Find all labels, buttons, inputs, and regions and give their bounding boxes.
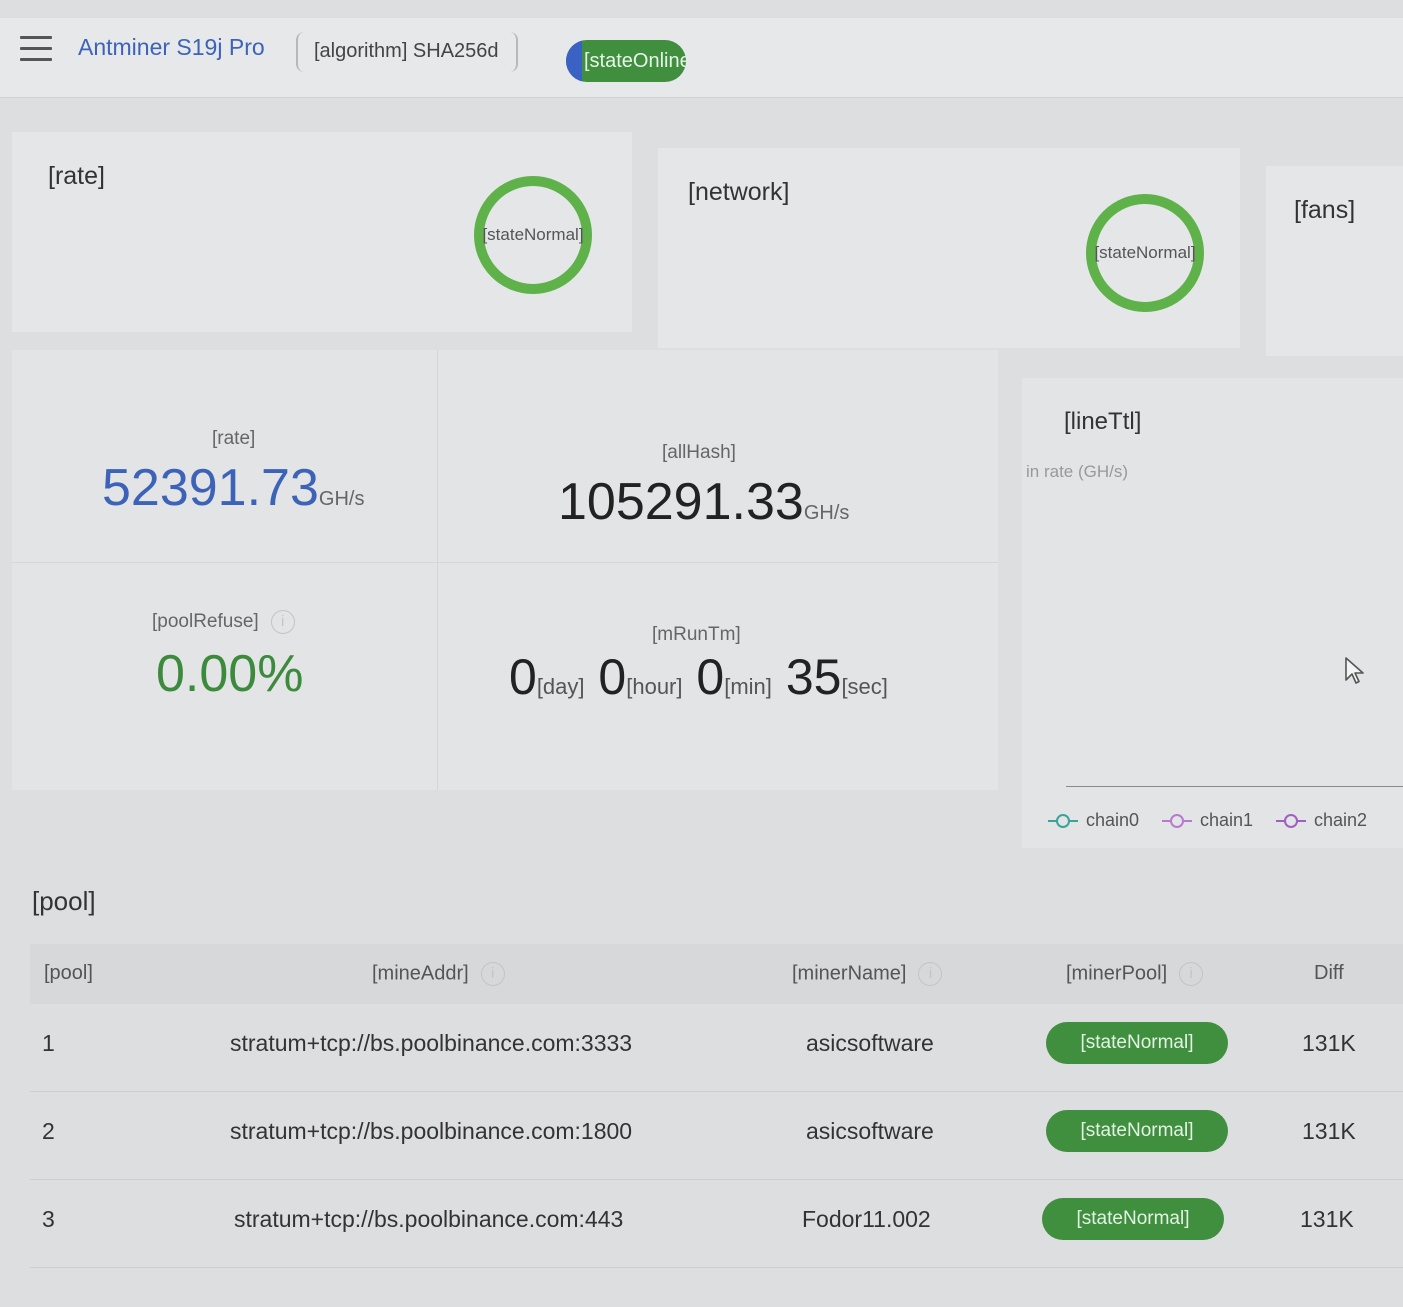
miner-name: asicsoftware	[806, 1030, 934, 1056]
legend-chain0[interactable]: chain0	[1048, 810, 1139, 831]
col-diff: Diff	[1314, 962, 1344, 984]
pool-diff: 131K	[1302, 1030, 1356, 1056]
chain1-marker-icon	[1162, 814, 1192, 829]
table-row: 3 stratum+tcp://bs.poolbinance.com:443 F…	[30, 1180, 1403, 1268]
network-card-title: [network]	[688, 178, 790, 206]
pool-status-badge: [stateNormal]	[1046, 1022, 1228, 1064]
mouse-pointer-icon	[1345, 657, 1364, 684]
algorithm-tag: [algorithm] SHA256d	[296, 32, 518, 72]
table-row: 2 stratum+tcp://bs.poolbinance.com:1800 …	[30, 1092, 1403, 1180]
col-miner-pool-label: [minerPool]	[1066, 962, 1168, 985]
rate-label: [rate]	[212, 428, 256, 449]
pool-address: stratum+tcp://bs.poolbinance.com:1800	[230, 1118, 633, 1144]
stats-divider-vertical	[437, 350, 438, 790]
pool-status-badge: [stateNormal]	[1042, 1198, 1224, 1240]
col-pool: [pool]	[44, 962, 93, 984]
hashrate-line-chart: [lineTtl] in rate (GH/s) chain0 chain1 c…	[1022, 378, 1403, 848]
runtime-min: 0	[696, 649, 725, 705]
pool-refuse-text: [poolRefuse]	[152, 611, 259, 633]
rate-number: 52391.73	[102, 459, 319, 517]
line-chart-ylabel: in rate (GH/s)	[1026, 462, 1129, 481]
runtime-label: [mRunTm]	[652, 624, 741, 645]
col-miner-pool: [minerPool] i	[1066, 962, 1204, 986]
fans-status-card: [fans]	[1266, 166, 1403, 356]
allhash-value: 105291.33GH/s	[558, 472, 849, 532]
col-mine-addr-label: [mineAddr]	[372, 962, 469, 985]
miner-name: Fodor11.002	[802, 1206, 931, 1232]
pool-diff: 131K	[1302, 1118, 1356, 1144]
pool-table-header: [pool] [mineAddr] i [minerName] i [minerPo…	[30, 944, 1403, 1004]
col-mine-addr: [mineAddr] i	[372, 962, 505, 986]
allhash-number: 105291.33	[558, 473, 804, 531]
pool-diff: 131K	[1300, 1206, 1354, 1232]
col-miner-name-label: [minerName]	[792, 962, 907, 985]
runtime-hour: 0	[598, 649, 627, 705]
fans-card-title: [fans]	[1294, 196, 1356, 224]
miner-name: asicsoftware	[806, 1118, 934, 1144]
line-chart-title: [lineTtl]	[1064, 408, 1142, 435]
runtime-min-unit: [min]	[724, 674, 772, 699]
rate-card-title: [rate]	[48, 162, 105, 190]
pool-refuse-value: 0.00%	[156, 645, 304, 703]
legend-chain1-label: chain1	[1200, 810, 1254, 830]
legend-chain0-label: chain0	[1086, 810, 1140, 830]
rate-status-ring: [stateNormal]	[474, 176, 592, 294]
network-status-text: [stateNormal]	[1094, 243, 1196, 262]
runtime-day: 0	[509, 649, 537, 705]
rate-value: 52391.73GH/s	[102, 458, 364, 518]
network-status-card: [network] [stateNormal]	[658, 148, 1240, 348]
miner-pool-info-icon[interactable]: i	[1179, 962, 1204, 986]
runtime-sec: 35	[785, 649, 842, 705]
mine-addr-info-icon[interactable]: i	[480, 962, 505, 986]
pool-section-title: [pool]	[32, 886, 96, 916]
table-row: 1 stratum+tcp://bs.poolbinance.com:3333 …	[30, 1004, 1403, 1092]
pool-address: stratum+tcp://bs.poolbinance.com:3333	[230, 1030, 633, 1056]
pool-status-badge: [stateNormal]	[1046, 1110, 1228, 1152]
legend-chain1[interactable]: chain1	[1162, 810, 1253, 831]
chain2-marker-icon	[1276, 814, 1306, 829]
chain0-marker-icon	[1048, 814, 1078, 829]
runtime-sec-unit: [sec]	[841, 674, 888, 699]
legend-chain2-label: chain2	[1314, 810, 1368, 830]
pool-index: 3	[42, 1206, 55, 1232]
top-bar: Antminer S19j Pro [algorithm] SHA256d [s…	[0, 18, 1403, 98]
online-status-badge: [stateOnline]	[566, 40, 686, 82]
legend-chain2[interactable]: chain2	[1276, 810, 1367, 831]
line-chart-x-axis	[1066, 786, 1403, 787]
hamburger-menu-icon[interactable]	[20, 36, 52, 62]
pool-index: 1	[42, 1030, 55, 1056]
allhash-label: [allHash]	[662, 442, 736, 463]
rate-status-text: [stateNormal]	[482, 225, 584, 244]
rate-unit: GH/s	[318, 488, 365, 510]
runtime-value: 0[day] 0[hour] 0[min] 35[sec]	[509, 648, 888, 706]
miner-model-title: Antminer S19j Pro	[78, 34, 265, 60]
pool-address: stratum+tcp://bs.poolbinance.com:443	[234, 1206, 624, 1232]
runtime-hour-unit: [hour]	[626, 674, 683, 699]
stats-divider-horizontal	[12, 562, 998, 563]
miner-name-info-icon[interactable]: i	[918, 962, 943, 986]
pool-refuse-label: [poolRefuse] i	[152, 610, 295, 634]
pool-refuse-info-icon[interactable]: i	[270, 610, 295, 634]
allhash-unit: GH/s	[803, 502, 850, 524]
rate-status-card: [rate] [stateNormal]	[12, 132, 632, 332]
pool-index: 2	[42, 1118, 55, 1144]
network-status-ring: [stateNormal]	[1086, 194, 1204, 312]
hashrate-stats-panel: [rate] 52391.73GH/s [allHash] 105291.33G…	[12, 350, 998, 790]
col-miner-name: [minerName] i	[792, 962, 943, 986]
runtime-day-unit: [day]	[536, 674, 585, 699]
